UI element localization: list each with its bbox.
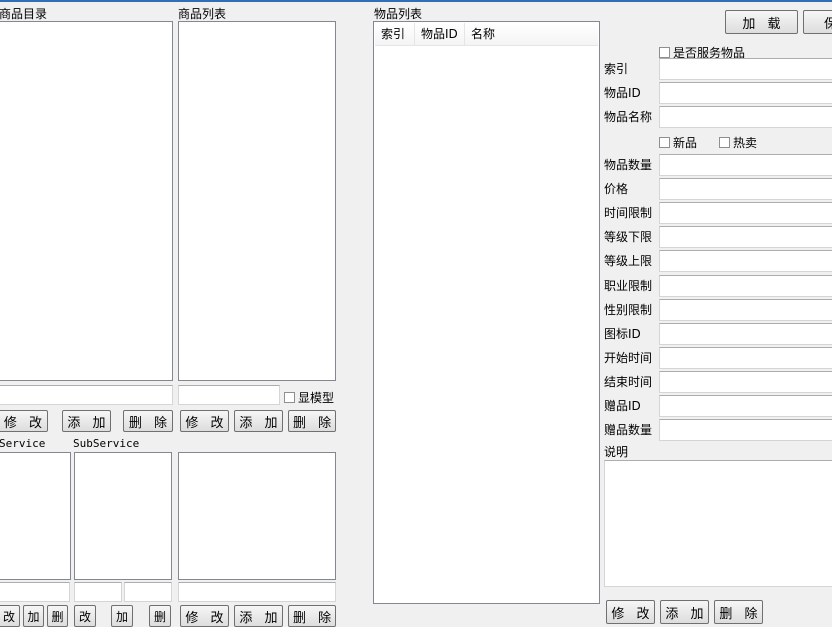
field-label-item-name: 物品名称	[604, 110, 653, 124]
service-item-edit-button[interactable]: 修 改	[180, 605, 229, 627]
field-label-gift-id: 赠品ID	[604, 399, 641, 413]
end-time-input[interactable]	[659, 371, 832, 393]
gender-limit-input[interactable]	[659, 299, 832, 321]
subservice-edit-button[interactable]: 改	[74, 605, 96, 627]
field-label-start-time: 开始时间	[604, 351, 653, 365]
icon-id-input[interactable]	[659, 323, 832, 345]
time-limit-input[interactable]	[659, 202, 832, 224]
catalog-name-input[interactable]	[0, 385, 173, 405]
product-name-input[interactable]	[178, 385, 280, 405]
hot-checkbox[interactable]: 热卖	[719, 134, 757, 151]
subservice-input-2[interactable]	[124, 582, 172, 602]
subservice-label: SubService	[73, 437, 140, 450]
subservice-delete-button[interactable]: 删	[149, 605, 171, 627]
save-button[interactable]: 保	[803, 10, 832, 34]
catalog-tree[interactable]	[0, 21, 173, 381]
start-time-input[interactable]	[659, 347, 832, 369]
gift-quantity-input[interactable]	[659, 419, 832, 441]
service-list[interactable]	[0, 452, 71, 580]
is-service-box[interactable]	[659, 47, 670, 58]
field-label-price: 价格	[604, 182, 629, 196]
price-input[interactable]	[659, 178, 832, 200]
field-label-level-min: 等级下限	[604, 230, 653, 244]
column-index[interactable]: 索引	[375, 23, 415, 45]
column-item-id[interactable]: 物品ID	[415, 23, 465, 45]
form-delete-button[interactable]: 删 除	[714, 600, 763, 624]
subservice-list[interactable]	[74, 452, 172, 580]
service-item-input[interactable]	[178, 582, 336, 602]
show-model-box[interactable]	[284, 392, 295, 403]
item-list-label: 物品列表	[374, 7, 423, 21]
product-list[interactable]	[178, 21, 336, 381]
field-label-gender-limit: 性别限制	[604, 303, 653, 317]
hot-box[interactable]	[719, 137, 730, 148]
load-button[interactable]: 加 载	[725, 10, 798, 34]
subservice-input-1[interactable]	[74, 582, 122, 602]
subservice-add-button[interactable]: 加	[111, 605, 133, 627]
product-delete-button[interactable]: 删 除	[288, 410, 336, 432]
new-checkbox[interactable]: 新品	[659, 134, 697, 151]
description-textarea[interactable]	[604, 460, 832, 587]
new-box[interactable]	[659, 137, 670, 148]
service-item-add-button[interactable]: 添 加	[234, 605, 283, 627]
field-label-time-limit: 时间限制	[604, 206, 653, 220]
gift-id-input[interactable]	[659, 395, 832, 417]
window-top-border	[0, 0, 832, 2]
level-max-input[interactable]	[659, 250, 832, 272]
form-edit-button[interactable]: 修 改	[606, 600, 655, 624]
service-delete-button[interactable]: 删	[47, 605, 68, 627]
field-label-end-time: 结束时间	[604, 375, 653, 389]
catalog-add-button[interactable]: 添 加	[62, 410, 111, 432]
field-label-class-limit: 职业限制	[604, 279, 653, 293]
field-label-item-id: 物品ID	[604, 86, 641, 100]
hot-label: 热卖	[733, 136, 758, 150]
column-name[interactable]: 名称	[465, 23, 600, 45]
field-label-index: 索引	[604, 62, 629, 76]
service-label: Service	[0, 437, 46, 450]
service-edit-button[interactable]: 改	[0, 605, 20, 627]
field-label-quantity: 物品数量	[604, 158, 653, 172]
item-list-view[interactable]: 索引 物品ID 名称	[373, 21, 600, 604]
product-add-button[interactable]: 添 加	[234, 410, 283, 432]
show-model-label: 显模型	[298, 391, 335, 405]
catalog-label: 商品目录	[0, 7, 48, 21]
index-input[interactable]	[659, 58, 832, 80]
item-list-header: 索引 物品ID 名称	[375, 23, 598, 46]
quantity-input[interactable]	[659, 154, 832, 176]
catalog-edit-button[interactable]: 修 改	[0, 410, 48, 432]
show-model-checkbox[interactable]: 显模型	[284, 389, 334, 406]
service-add-button[interactable]: 加	[23, 605, 44, 627]
service-item-delete-button[interactable]: 删 除	[288, 605, 336, 627]
form-add-button[interactable]: 添 加	[660, 600, 709, 624]
product-list-label: 商品列表	[178, 7, 227, 21]
class-limit-input[interactable]	[659, 275, 832, 297]
item-id-input[interactable]	[659, 82, 832, 104]
level-min-input[interactable]	[659, 226, 832, 248]
field-label-icon-id: 图标ID	[604, 327, 641, 341]
item-name-input[interactable]	[659, 106, 832, 128]
field-label-level-max: 等级上限	[604, 254, 653, 268]
catalog-delete-button[interactable]: 删 除	[123, 410, 173, 432]
service-input[interactable]	[0, 582, 70, 602]
field-label-gift-quantity: 赠品数量	[604, 423, 653, 437]
product-edit-button[interactable]: 修 改	[180, 410, 229, 432]
new-label: 新品	[673, 136, 698, 150]
service-item-list[interactable]	[178, 452, 336, 580]
description-label: 说明	[604, 445, 629, 459]
